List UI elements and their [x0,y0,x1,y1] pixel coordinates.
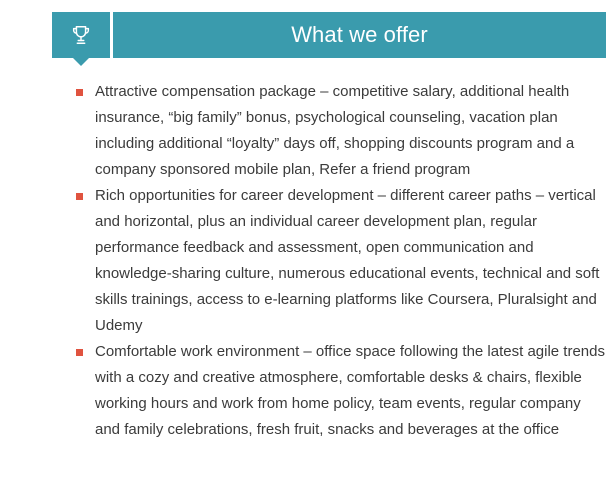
offer-text: Attractive compensation package – compet… [95,83,575,178]
offer-text: Comfortable work environment – office sp… [95,343,605,438]
square-bullet-icon [76,349,83,356]
section-title: What we offer [291,22,428,47]
offer-item-work-environment: Comfortable work environment – office sp… [76,339,606,443]
square-bullet-icon [76,193,83,200]
offer-list: Attractive compensation package – compet… [76,79,606,443]
offer-text: Rich opportunities for career developmen… [95,187,600,334]
offer-item-career-development: Rich opportunities for career developmen… [76,183,606,339]
offer-item-compensation: Attractive compensation package – compet… [76,79,606,183]
square-bullet-icon [76,89,83,96]
trophy-icon-box [52,12,110,58]
section-header: What we offer [52,12,606,66]
header-notch [73,58,89,66]
trophy-icon [72,26,90,44]
